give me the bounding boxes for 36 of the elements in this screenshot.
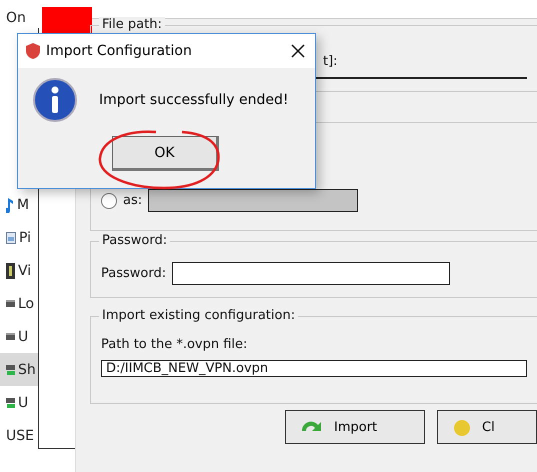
info-icon xyxy=(33,78,77,122)
shield-icon xyxy=(26,43,40,59)
password-field[interactable] xyxy=(172,262,450,285)
drive-icon xyxy=(6,300,15,307)
close-icon xyxy=(291,44,305,58)
ok-button[interactable]: OK xyxy=(112,136,219,171)
explorer-item[interactable]: Lo xyxy=(0,287,38,320)
app-logo-block xyxy=(42,7,92,34)
explorer-item[interactable]: M xyxy=(0,188,38,221)
close-button[interactable]: Cl xyxy=(437,410,537,444)
explorer-item[interactable]: USE xyxy=(0,419,38,452)
import-button[interactable]: Import xyxy=(285,410,425,444)
field-label: t]: xyxy=(322,54,339,69)
explorer-item[interactable]: Pi xyxy=(0,221,38,254)
explorer-item[interactable]: Vi xyxy=(0,254,38,287)
drive-icon xyxy=(6,333,15,340)
explorer-item[interactable]: On xyxy=(0,6,38,30)
group-legend: File path: xyxy=(99,17,165,32)
dialog-title: Import Configuration xyxy=(46,43,193,59)
group-legend: Import existing configuration: xyxy=(99,308,298,323)
film-icon xyxy=(6,262,15,278)
music-note-icon xyxy=(6,196,14,212)
close-button[interactable] xyxy=(289,42,307,60)
explorer-item[interactable]: U xyxy=(0,320,38,353)
picture-icon xyxy=(6,232,16,244)
dialog-message: Import successfully ended! xyxy=(99,92,288,108)
radio-button[interactable] xyxy=(101,192,117,208)
radio-label: as: xyxy=(123,193,142,208)
field-label: Path to the *.ovpn file: xyxy=(101,337,248,352)
explorer-item[interactable]: Sh xyxy=(0,353,38,386)
input-field[interactable]: D:/IIMCB_NEW_VPN.ovpn xyxy=(101,360,527,377)
input-field[interactable] xyxy=(148,189,358,212)
field-label: Password: xyxy=(101,266,166,281)
network-drive-icon xyxy=(6,364,15,374)
explorer-item[interactable]: U xyxy=(0,386,38,419)
network-drive-icon xyxy=(6,398,15,408)
